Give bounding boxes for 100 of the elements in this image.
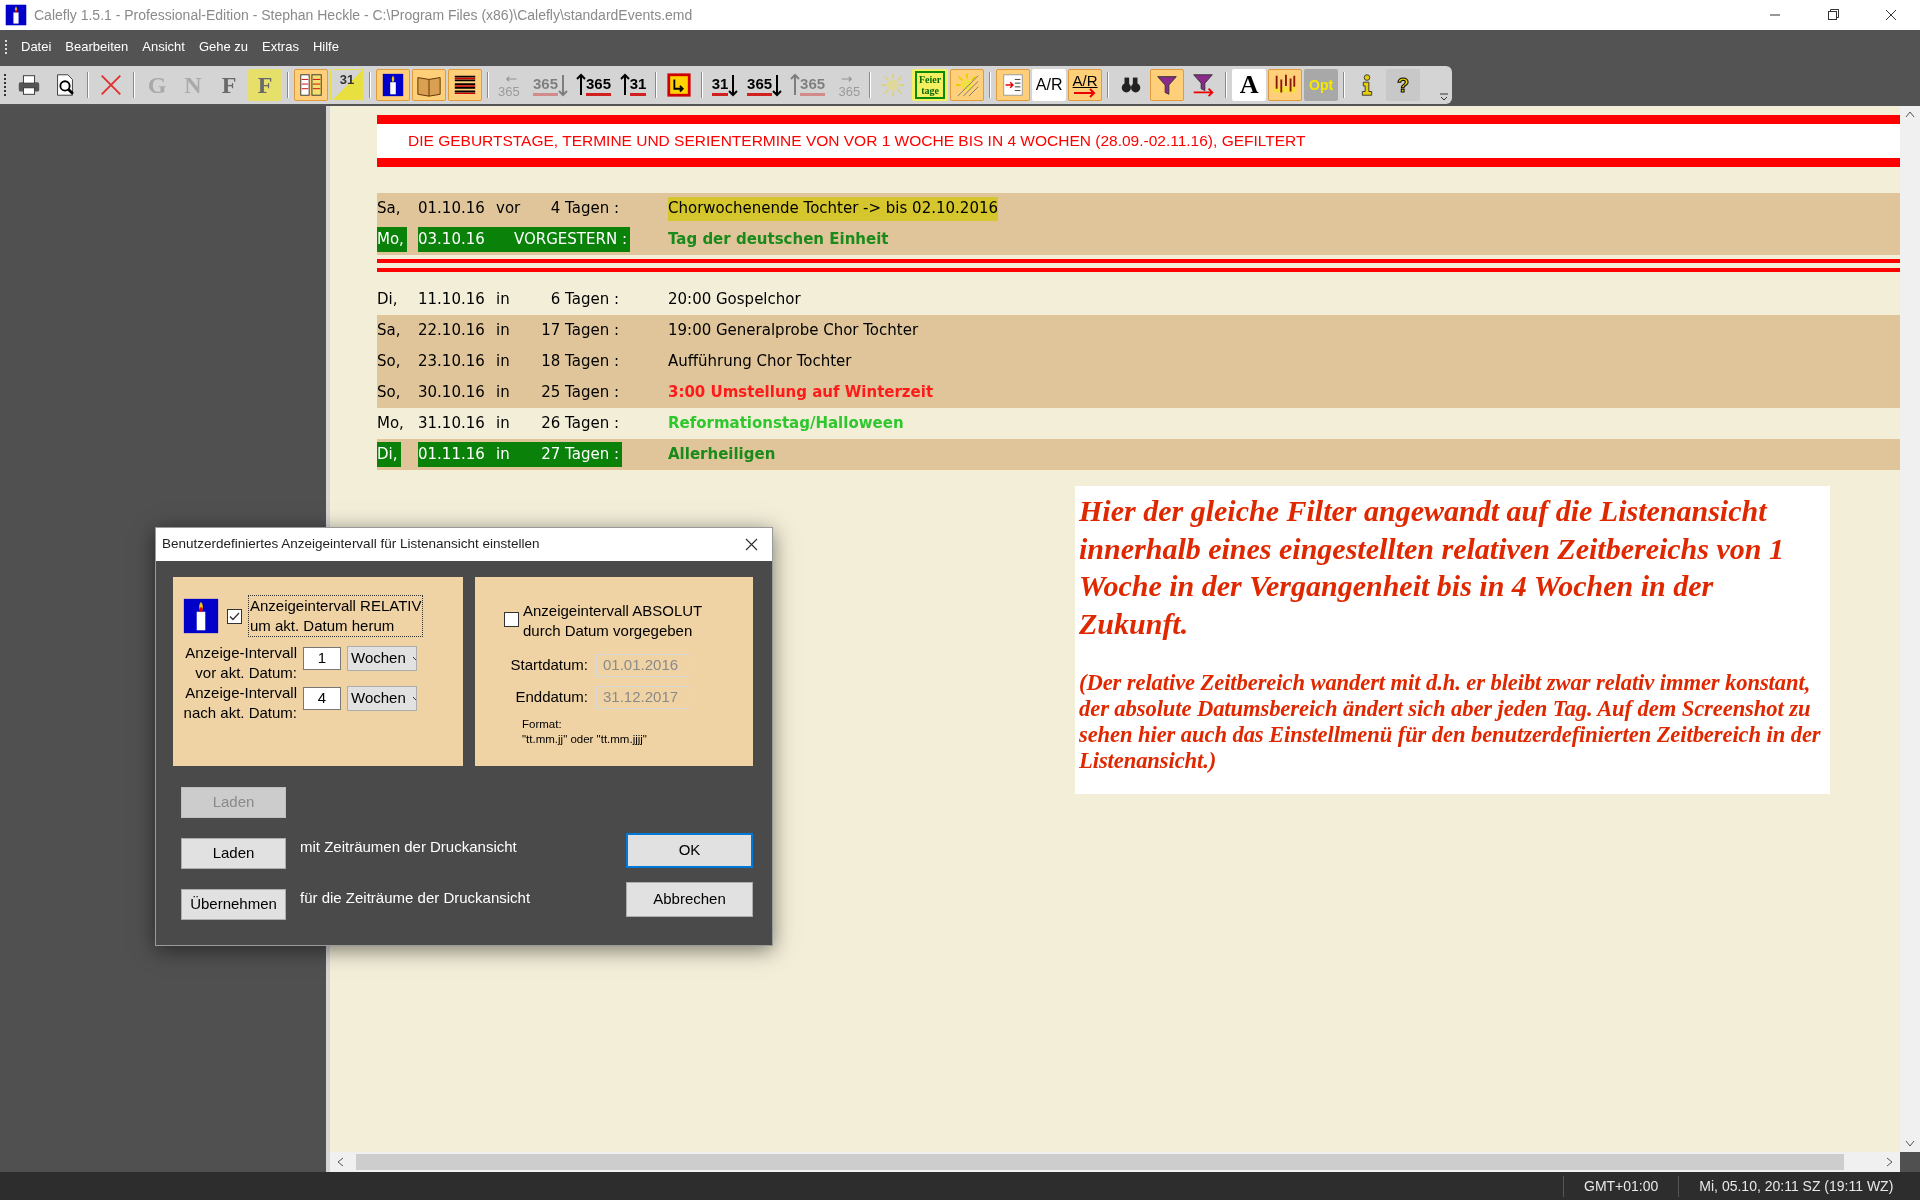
day-text: So, (377, 351, 402, 373)
list-row[interactable]: Mo, 03.10.16 VORGESTERN : Tag der deutschen Einheit (377, 224, 1900, 255)
toolbar-overflow-icon[interactable] (1440, 92, 1448, 102)
dialog-button[interactable]: OK (626, 833, 753, 868)
funnel-icon (1190, 72, 1217, 98)
date-label: Enddatum: (514, 687, 588, 708)
jump-button[interactable]: 365 (573, 69, 615, 101)
days-text: 26 Tagen : (540, 413, 619, 435)
jump-button[interactable]: 31 (616, 69, 651, 101)
action-button[interactable]: Laden (181, 838, 286, 869)
event-text: Tag der deutschen Einheit (668, 229, 889, 251)
day-text: Di, (377, 289, 399, 311)
relation-text: in (496, 444, 511, 466)
menu-grip[interactable] (4, 39, 8, 55)
days-text: 4 Tagen : (549, 198, 619, 220)
columns-button[interactable] (294, 69, 328, 101)
day-text: Sa, (377, 198, 402, 220)
unit-dropdown[interactable]: Wochen (347, 686, 417, 711)
format-hint: "tt.mm.jj" oder "tt.mm.jjjj" (522, 732, 648, 747)
day-text: Di, (377, 442, 401, 467)
relation-text: in (496, 382, 511, 404)
days-text: VORGESTERN : (514, 229, 627, 251)
lines-button[interactable] (448, 69, 482, 101)
menu-item[interactable]: Hilfe (305, 37, 346, 57)
list-row[interactable]: So, 30.10.16 in 25 Tagen : 3:00 Umstellung auf Winterzeit (377, 377, 1900, 408)
relation-text: vor (496, 198, 522, 220)
day-text: Sa, (377, 320, 402, 342)
text-button[interactable]: A/R (1068, 69, 1103, 101)
list-row[interactable]: So, 23.10.16 in 18 Tagen : Aufführung Chor Tochter (377, 346, 1900, 377)
date-text: 23.10.16 (418, 351, 486, 373)
menu-item[interactable]: Gehe zu (191, 37, 256, 57)
number-field[interactable]: 1 (303, 647, 341, 670)
unit-dropdown[interactable]: Wochen (347, 646, 417, 671)
relation-text: in (496, 413, 511, 435)
app-icon (4, 3, 28, 27)
filter-button[interactable] (1150, 69, 1185, 101)
menu-item[interactable]: Datei (14, 37, 59, 57)
date-text: 30.10.16 (418, 382, 486, 404)
checkbox-label[interactable]: Anzeigeintervall ABSOLUT durch Datum vorgegeben (522, 600, 704, 642)
date-label: Startdatum: (509, 655, 588, 676)
days-text: 25 Tagen : (540, 382, 619, 404)
holidays-button[interactable]: Feier tage (912, 69, 949, 101)
event-text: Allerheiligen (668, 444, 776, 466)
frame-icon (666, 72, 693, 98)
checkbox[interactable] (227, 608, 242, 624)
format-hint: Format: (522, 717, 563, 732)
hatched-sun-icon (954, 72, 981, 98)
date-text: 01.10.16 (418, 198, 486, 220)
list-row[interactable]: Di, 01.11.16 in 27 Tagen : Allerheiligen (377, 439, 1900, 470)
text-button[interactable]: A/R (1032, 69, 1067, 101)
font-button[interactable]: A (1232, 69, 1267, 101)
menu-item[interactable]: Bearbeiten (58, 37, 136, 57)
days-text: 17 Tagen : (540, 320, 619, 342)
candle-button[interactable] (376, 69, 410, 101)
menu-item[interactable]: Extras (255, 37, 306, 57)
date-text: 22.10.16 (418, 320, 486, 342)
letter-button[interactable]: F (248, 69, 282, 101)
book-button[interactable] (412, 69, 446, 101)
day-text: So, (377, 382, 402, 404)
vertical-scrollbar[interactable] (1900, 106, 1920, 1152)
list-row[interactable]: Sa, 22.10.16 in 17 Tagen : 19:00 Generalprobe Chor Tochter (377, 315, 1900, 346)
scrollbar-thumb[interactable] (356, 1154, 1844, 1170)
days-text: 18 Tagen : (540, 351, 619, 373)
checkbox-label[interactable]: Anzeigeintervall RELATIV um akt. Datum herum (248, 595, 424, 637)
list-button[interactable] (996, 69, 1031, 101)
status-text: GMT+01:00 (1563, 1175, 1679, 1197)
cross-icon (98, 72, 124, 98)
action-button[interactable]: Übernehmen (181, 889, 286, 920)
relation-text: in (496, 351, 511, 373)
printer-icon (16, 72, 42, 98)
action-description: mit Zeiträumen der Druckansicht (300, 837, 517, 857)
day-text: Mo, (377, 227, 407, 252)
dialog-button[interactable]: Abbrechen (626, 882, 753, 917)
menu-item[interactable]: Ansicht (135, 37, 192, 57)
note-remark: (Der relative Zeitbereich wandert mit d.h. er bleibt zwar relativ immer konstant, der absolute Datumsbereich ändert sich aber jeden Tag. Auf dem Screenshot zu sehen hier auch das Einstellmenü für den benutzerdefinierten Zeitbereich in der Listenansicht.) (1079, 670, 1822, 774)
date-text: 11.10.16 (418, 289, 486, 311)
sun-icon (880, 72, 907, 98)
event-text: 3:00 Umstellung auf Winterzeit (668, 382, 934, 404)
calendar-button[interactable]: 31 (330, 69, 364, 101)
event-text: Aufführung Chor Tochter (668, 351, 852, 373)
chart-button[interactable] (1268, 69, 1303, 101)
interval-label: Anzeige-Intervall nach akt. Datum: (182, 683, 297, 723)
candle-icon (380, 72, 406, 98)
number-field[interactable]: 4 (303, 687, 341, 710)
action-description: für die Zeiträume der Druckansicht (300, 888, 531, 908)
jump-button[interactable]: 365 (744, 69, 786, 101)
list-row[interactable]: Sa, 01.10.16 vor 4 Tagen : Chorwochenende Tochter -> bis 02.10.2016 (377, 193, 1900, 224)
horizontal-scrollbar[interactable] (330, 1152, 1900, 1172)
note-headline: Hier der gleiche Filter angewandt auf die Listenansicht innerhalb eines eingestellten relativen Zeitbereichs von 1 Woche in der Vergangenheit bis in 4 Wochen in der Zukunft. (1079, 493, 1785, 642)
event-text: 19:00 Generalprobe Chor Tochter (668, 320, 919, 342)
checkbox[interactable] (504, 612, 519, 627)
caret-icon (411, 695, 416, 702)
window-title: Calefly 1.5.1 - Professional-Edition - Stephan Heckle - C:\Program Files (x86)\Calefly\standardEvents.emd (34, 5, 693, 25)
jump-button[interactable]: 31 (708, 69, 743, 101)
days-text: 6 Tagen : (549, 289, 619, 311)
columns-icon (298, 72, 324, 98)
dialog-title: Benutzerdefiniertes Anzeigeintervall für Listenansicht einstellen (162, 535, 540, 554)
interval-label: Anzeige-Intervall vor akt. Datum: (184, 643, 297, 683)
check-icon (229, 611, 240, 621)
letter-button[interactable]: F (212, 69, 246, 101)
